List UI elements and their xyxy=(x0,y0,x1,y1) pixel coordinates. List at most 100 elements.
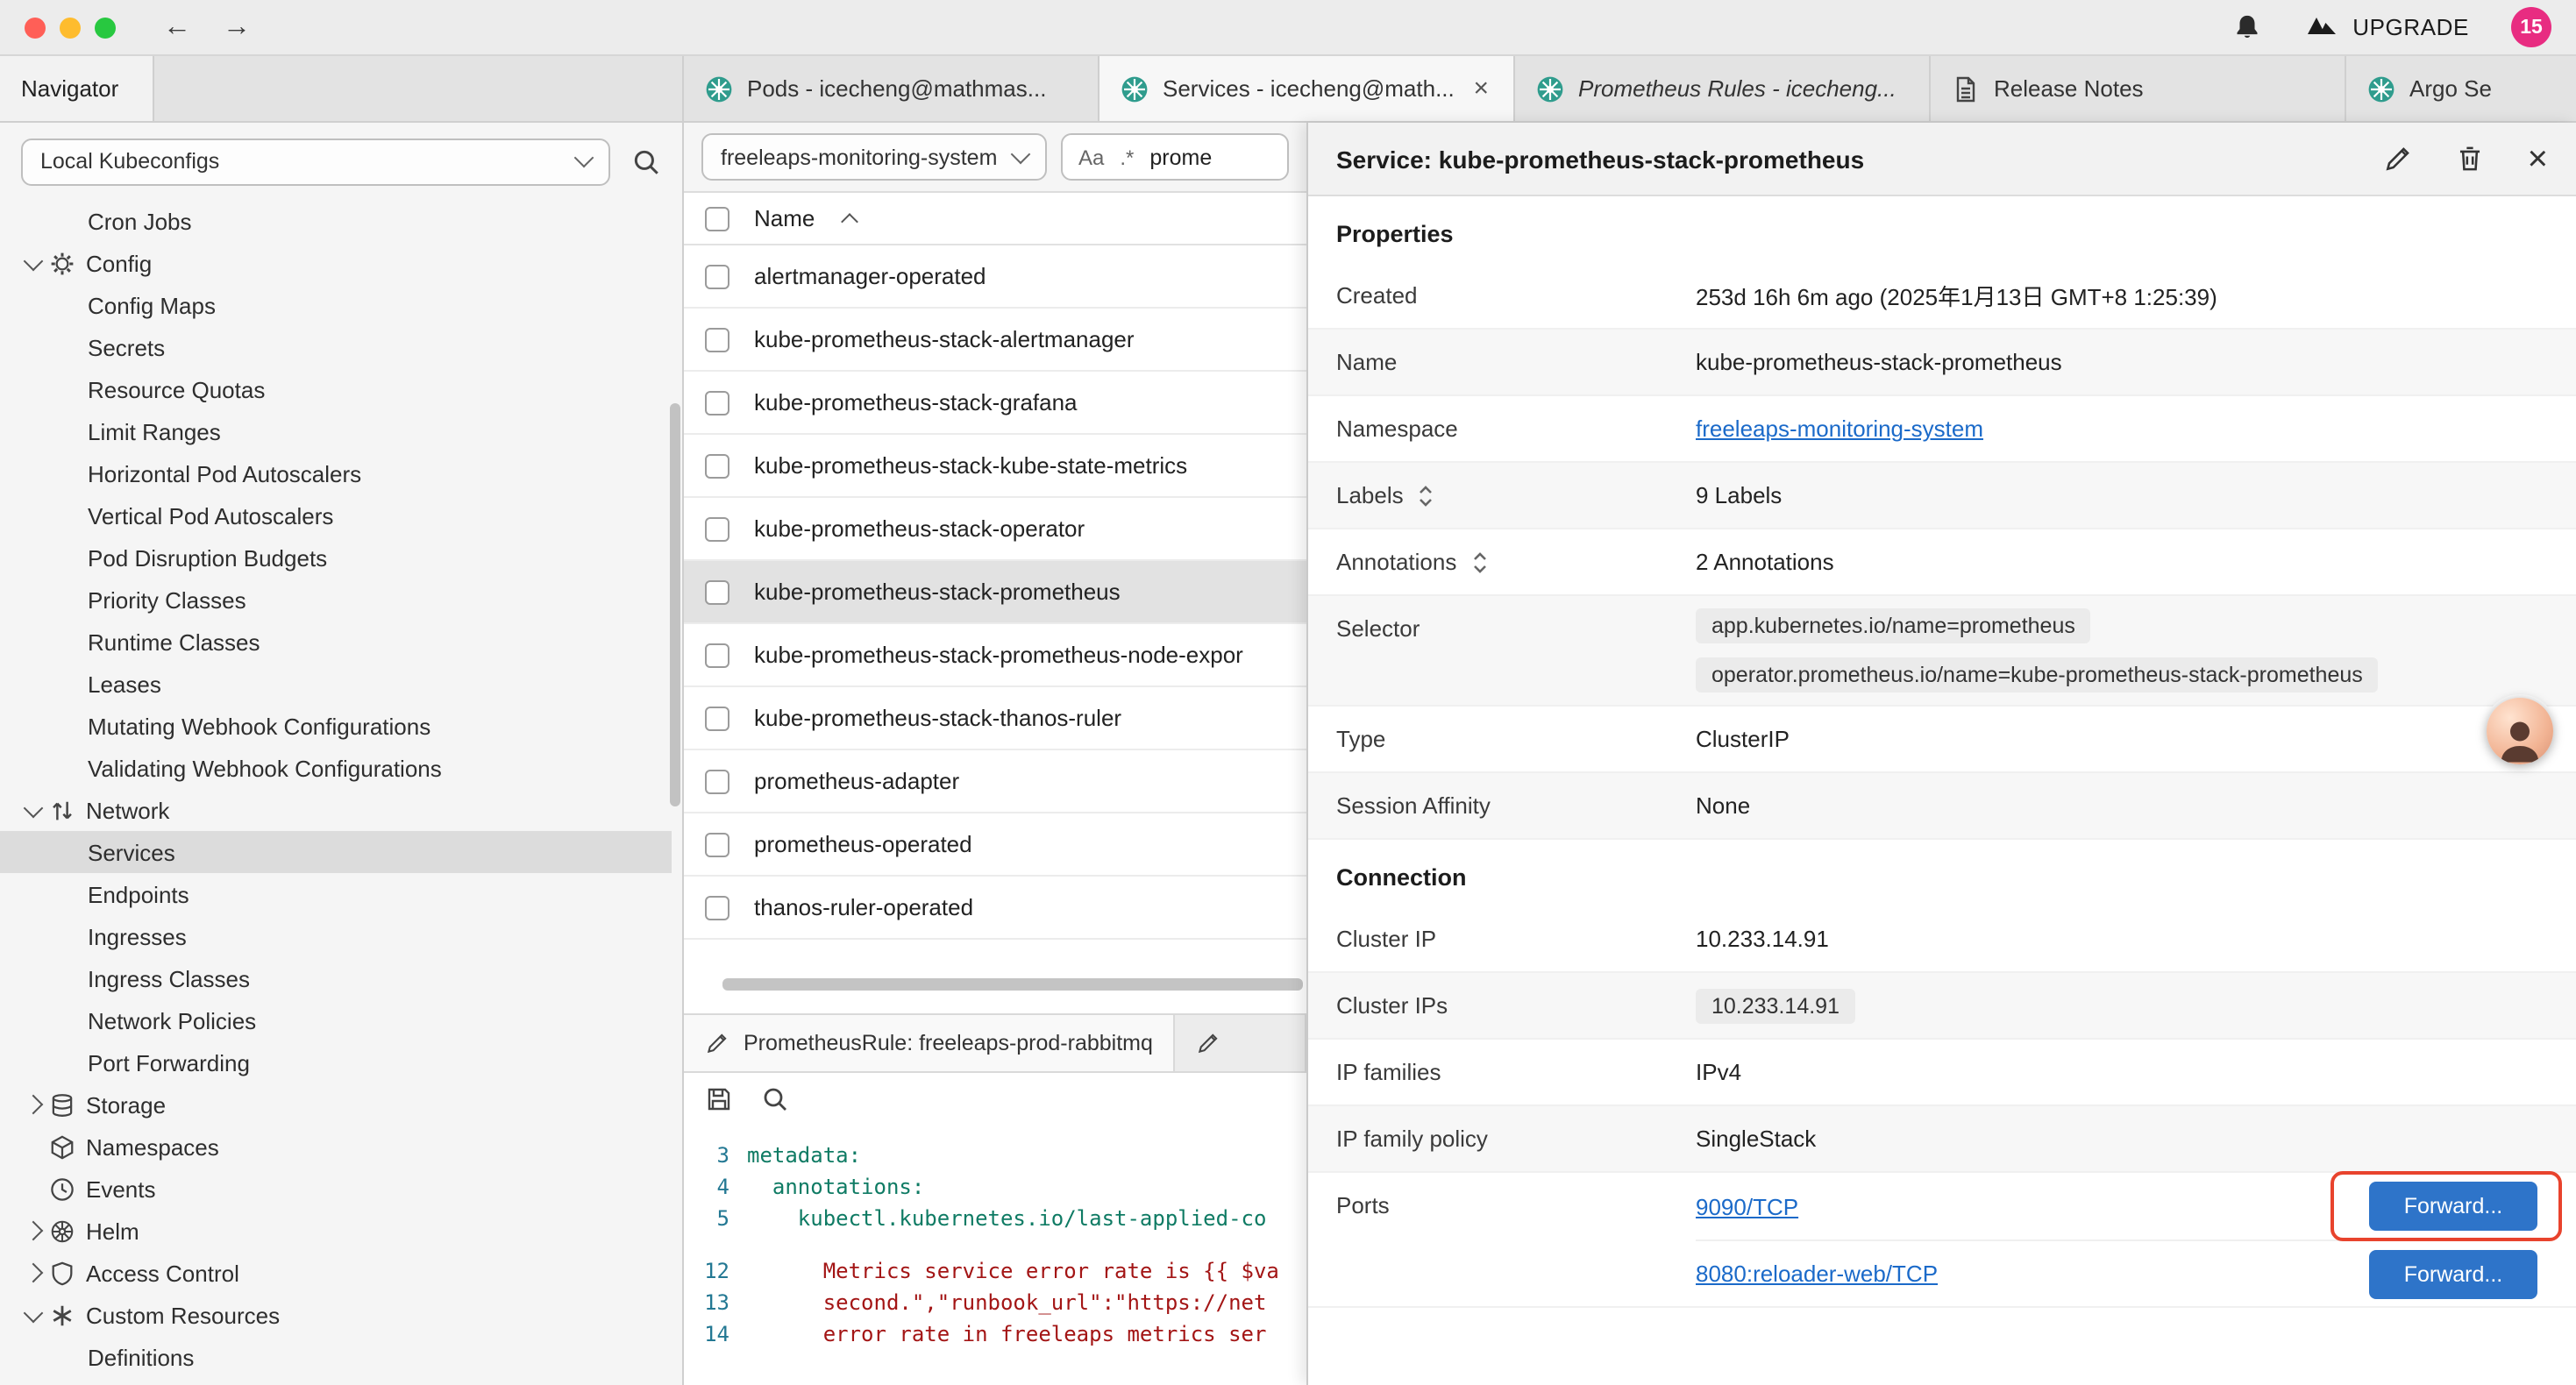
back-button[interactable]: ← xyxy=(154,11,200,43)
sidebar-item-limit-ranges[interactable]: Limit Ranges xyxy=(0,410,672,452)
sidebar-item-access-control[interactable]: Access Control xyxy=(0,1252,672,1294)
sidebar-item-config-maps[interactable]: Config Maps xyxy=(0,284,672,326)
close-window-button[interactable] xyxy=(25,17,46,38)
maximize-window-button[interactable] xyxy=(95,17,116,38)
port-link[interactable]: 8080:reloader-web/TCP xyxy=(1696,1261,1938,1287)
yaml-editor[interactable]: 3metadata:4 annotations:5 kubectl.kubern… xyxy=(684,1126,1306,1385)
sidebar-item-endpoints[interactable]: Endpoints xyxy=(0,873,672,915)
editor-tab-partial[interactable] xyxy=(1176,1015,1306,1071)
tab-release-notes[interactable]: Release Notes xyxy=(1931,56,2346,121)
name-column-header[interactable]: Name xyxy=(754,205,815,231)
upgrade-button[interactable]: UPGRADE xyxy=(2303,12,2469,42)
sidebar-item-custom-resources[interactable]: Custom Resources xyxy=(0,1294,672,1336)
sidebar-item-network-policies[interactable]: Network Policies xyxy=(0,999,672,1041)
delete-trash-icon[interactable] xyxy=(2456,144,2486,174)
sidebar-item-config[interactable]: Config xyxy=(0,242,672,284)
tab-argo-se[interactable]: Argo Se xyxy=(2346,56,2576,121)
row-checkbox[interactable] xyxy=(705,832,729,856)
expand-toggle-icon[interactable] xyxy=(1470,550,1488,574)
row-checkbox[interactable] xyxy=(705,327,729,352)
sidebar-item-ingresses[interactable]: Ingresses xyxy=(0,915,672,957)
table-row-prometheus-adapter[interactable]: prometheus-adapter xyxy=(684,750,1306,813)
navigator-search-icon[interactable] xyxy=(631,146,661,176)
select-all-checkbox[interactable] xyxy=(705,206,729,231)
sidebar-item-definitions[interactable]: Definitions xyxy=(0,1336,672,1378)
close-tab-icon[interactable]: × xyxy=(1469,74,1492,103)
sidebar-item-helm[interactable]: Helm xyxy=(0,1210,672,1252)
sidebar-item-namespaces[interactable]: Namespaces xyxy=(0,1126,672,1168)
service-filter-input[interactable]: Aa .* prome xyxy=(1061,133,1289,181)
port-link[interactable]: 9090/TCP xyxy=(1696,1193,1798,1219)
sidebar-item-pod-disruption-budgets[interactable]: Pod Disruption Budgets xyxy=(0,536,672,579)
user-avatar[interactable] xyxy=(2487,698,2553,764)
sort-ascending-icon[interactable] xyxy=(839,210,858,227)
row-checkbox[interactable] xyxy=(705,264,729,288)
chevron-down-icon[interactable] xyxy=(21,796,49,824)
sidebar-item-cron-jobs[interactable]: Cron Jobs xyxy=(0,200,672,242)
tab-services-icecheng-math[interactable]: Services - icecheng@math...× xyxy=(1099,56,1515,121)
close-icon[interactable]: × xyxy=(2528,141,2548,176)
namespace-link[interactable]: freeleaps-monitoring-system xyxy=(1696,416,1983,442)
table-row-kube-prometheus-stack-operator[interactable]: kube-prometheus-stack-operator xyxy=(684,498,1306,561)
sidebar-item-network[interactable]: Network xyxy=(0,789,672,831)
table-row-kube-prometheus-stack-thanos-ruler[interactable]: kube-prometheus-stack-thanos-ruler xyxy=(684,687,1306,750)
chevron-down-icon[interactable] xyxy=(21,1301,49,1329)
table-row-kube-prometheus-stack-grafana[interactable]: kube-prometheus-stack-grafana xyxy=(684,372,1306,435)
sidebar-item-port-forwarding[interactable]: Port Forwarding xyxy=(0,1041,672,1083)
sidebar-item-ingress-classes[interactable]: Ingress Classes xyxy=(0,957,672,999)
row-checkbox[interactable] xyxy=(705,706,729,730)
row-checkbox[interactable] xyxy=(705,453,729,478)
table-row-kube-prometheus-stack-kube-state-metrics[interactable]: kube-prometheus-stack-kube-state-metrics xyxy=(684,435,1306,498)
table-row-kube-prometheus-stack-prometheus[interactable]: kube-prometheus-stack-prometheus xyxy=(684,561,1306,624)
sidebar-item-vertical-pod-autoscalers[interactable]: Vertical Pod Autoscalers xyxy=(0,494,672,536)
sidebar-item-validating-webhook-configurations[interactable]: Validating Webhook Configurations xyxy=(0,747,672,789)
row-checkbox[interactable] xyxy=(705,895,729,920)
row-checkbox[interactable] xyxy=(705,579,729,604)
table-horizontal-scrollbar[interactable] xyxy=(722,978,1303,991)
row-checkbox[interactable] xyxy=(705,769,729,793)
editor-tab-prometheusrule[interactable]: PrometheusRule: freeleaps-prod-rabbitmq xyxy=(684,1015,1176,1071)
tab-pods-icecheng-mathmas[interactable]: Pods - icecheng@mathmas... xyxy=(684,56,1099,121)
sidebar-item-runtime-classes[interactable]: Runtime Classes xyxy=(0,621,672,663)
table-row-prometheus-operated[interactable]: prometheus-operated xyxy=(684,813,1306,877)
forward-button[interactable]: Forward... xyxy=(2369,1249,2537,1298)
sidebar-item-secrets[interactable]: Secrets xyxy=(0,326,672,368)
window-controls xyxy=(25,17,116,38)
notifications-bell-icon[interactable] xyxy=(2231,12,2261,42)
table-row-alertmanager-operated[interactable]: alertmanager-operated xyxy=(684,245,1306,309)
edit-pencil-icon[interactable] xyxy=(2384,144,2414,174)
forward-button[interactable]: Forward... xyxy=(2369,1182,2537,1231)
chevron-right-icon[interactable] xyxy=(21,1259,49,1287)
expand-toggle-icon[interactable] xyxy=(1418,483,1435,508)
minimize-window-button[interactable] xyxy=(60,17,81,38)
sidebar-item-services[interactable]: Services xyxy=(0,831,672,873)
table-row-kube-prometheus-stack-prometheus-node-expor[interactable]: kube-prometheus-stack-prometheus-node-ex… xyxy=(684,624,1306,687)
namespace-dropdown[interactable]: freeleaps-monitoring-system xyxy=(701,133,1047,181)
regex-toggle[interactable]: .* xyxy=(1120,145,1134,169)
line-number: 14 xyxy=(684,1318,747,1350)
row-checkbox[interactable] xyxy=(705,390,729,415)
notification-count-badge[interactable]: 15 xyxy=(2511,7,2551,47)
sidebar-item-mutating-webhook-configurations[interactable]: Mutating Webhook Configurations xyxy=(0,705,672,747)
sidebar-item-priority-classes[interactable]: Priority Classes xyxy=(0,579,672,621)
sidebar-item-events[interactable]: Events xyxy=(0,1168,672,1210)
save-icon[interactable] xyxy=(705,1085,733,1113)
chevron-right-icon[interactable] xyxy=(21,1090,49,1119)
table-row-kube-prometheus-stack-alertmanager[interactable]: kube-prometheus-stack-alertmanager xyxy=(684,309,1306,372)
sidebar-item-storage[interactable]: Storage xyxy=(0,1083,672,1126)
sidebar-item-horizontal-pod-autoscalers[interactable]: Horizontal Pod Autoscalers xyxy=(0,452,672,494)
sidebar-item-resource-quotas[interactable]: Resource Quotas xyxy=(0,368,672,410)
row-checkbox[interactable] xyxy=(705,643,729,667)
row-checkbox[interactable] xyxy=(705,516,729,541)
chevron-right-icon[interactable] xyxy=(21,1217,49,1245)
tab-prometheus-rules-icecheng[interactable]: Prometheus Rules - icecheng... xyxy=(1515,56,1931,121)
navigator-panel-tab[interactable]: Navigator xyxy=(0,56,154,121)
match-case-toggle[interactable]: Aa xyxy=(1078,145,1104,169)
kubeconfig-dropdown[interactable]: Local Kubeconfigs xyxy=(21,138,610,185)
chevron-down-icon[interactable] xyxy=(21,249,49,277)
editor-search-icon[interactable] xyxy=(761,1085,789,1113)
sidebar-item-leases[interactable]: Leases xyxy=(0,663,672,705)
table-row-thanos-ruler-operated[interactable]: thanos-ruler-operated xyxy=(684,877,1306,940)
forward-button[interactable]: → xyxy=(214,11,260,43)
navigator-scrollbar[interactable] xyxy=(670,403,680,806)
